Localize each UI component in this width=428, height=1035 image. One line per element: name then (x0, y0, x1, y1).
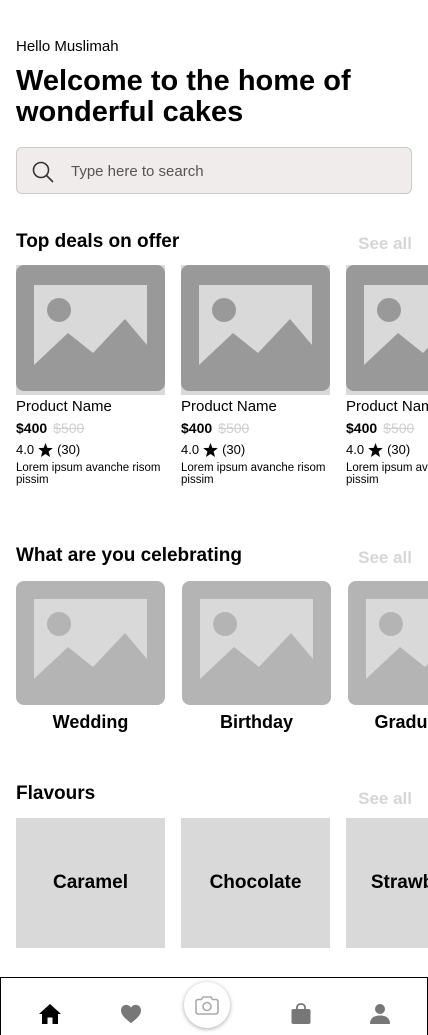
star-icon (368, 442, 383, 457)
product-price: $400 (346, 420, 378, 436)
page-title: Welcome to the home of wonderful cakes (16, 65, 351, 128)
nav-orders-button[interactable] (287, 1000, 315, 1028)
search-bar[interactable] (16, 147, 412, 194)
image-placeholder-icon (34, 285, 147, 365)
image-placeholder-icon (199, 285, 312, 365)
product-price: $400 (16, 420, 48, 436)
see-all-celebrating-link[interactable]: See all (358, 548, 412, 568)
product-old-price: $500 (383, 420, 415, 436)
product-name: Product Name (346, 398, 428, 415)
product-rating: 4.0 (16, 442, 35, 457)
flavour-card[interactable]: Chocolate (181, 818, 330, 948)
product-description: Lorem ipsum avanche risom pissim (16, 462, 161, 486)
product-description: Lorem ipsum avanche risom pissim (346, 462, 428, 486)
product-image (16, 265, 165, 395)
camera-button[interactable] (184, 982, 230, 1028)
product-name: Product Name (16, 398, 112, 415)
nav-home-button[interactable] (36, 1000, 64, 1028)
image-placeholder-icon (34, 599, 147, 679)
camera-icon (195, 996, 219, 1015)
flavours-row: Caramel Chocolate Strawberry (16, 818, 428, 948)
occasion-label: Wedding (52, 712, 129, 732)
product-rating: 4.0 (346, 442, 365, 457)
occasion-label: Graduation (374, 712, 428, 732)
bag-icon (291, 1003, 311, 1024)
product-old-price: $500 (53, 420, 85, 436)
image-placeholder-icon (200, 599, 313, 679)
image-placeholder-icon (364, 285, 428, 365)
product-image (181, 265, 330, 395)
star-icon (203, 442, 218, 457)
section-title-flavours: Flavours (16, 783, 96, 804)
product-card[interactable]: Product Name $400 $500 4.0 (30) Lorem ips… (16, 265, 165, 486)
see-all-top-deals-link[interactable]: See all (358, 234, 412, 254)
product-old-price: $500 (218, 420, 250, 436)
section-title-top-deals: Top deals on offer (16, 231, 180, 252)
image-placeholder-icon (366, 599, 428, 679)
flavour-label: Strawberry (370, 872, 428, 893)
product-card[interactable]: Product Name $400 $500 4.0 (30) Lorem ips… (181, 265, 330, 486)
nav-favorites-button[interactable] (117, 1000, 145, 1028)
product-card[interactable]: Product Name $400 $500 4.0 (30) Lorem ips… (346, 265, 428, 486)
product-price: $400 (181, 420, 213, 436)
flavour-card[interactable]: Strawberry (346, 818, 428, 948)
product-image (346, 265, 428, 395)
greeting: Hello Muslimah (16, 38, 119, 55)
occasion-label: Birthday (219, 712, 293, 732)
search-icon (32, 161, 54, 183)
product-review-count: (30) (387, 442, 411, 457)
product-description: Lorem ipsum avanche risom pissim (181, 462, 326, 486)
product-review-count: (30) (222, 442, 246, 457)
nav-profile-button[interactable] (366, 1000, 394, 1028)
occasion-card[interactable]: Wedding (16, 581, 165, 733)
product-rating: 4.0 (181, 442, 200, 457)
heart-icon (121, 1004, 141, 1024)
section-title-celebrating: What are you celebrating (16, 545, 242, 566)
home-icon (39, 1004, 61, 1024)
star-icon (38, 442, 53, 457)
occasion-card[interactable]: Birthday (182, 581, 331, 733)
search-input[interactable] (71, 160, 391, 182)
see-all-flavours-link[interactable]: See all (358, 789, 412, 809)
celebrating-row: Wedding Birthday Graduation (16, 581, 428, 741)
top-deals-row: Product Name $400 $500 4.0 (30) Lorem ips… (16, 265, 428, 495)
occasion-card[interactable]: Graduation (348, 581, 428, 733)
product-name: Product Name (181, 398, 277, 415)
flavour-card[interactable]: Caramel (16, 818, 165, 948)
product-review-count: (30) (57, 442, 81, 457)
flavour-label: Chocolate (209, 872, 302, 893)
profile-icon (370, 1004, 390, 1024)
flavour-label: Caramel (53, 872, 128, 893)
